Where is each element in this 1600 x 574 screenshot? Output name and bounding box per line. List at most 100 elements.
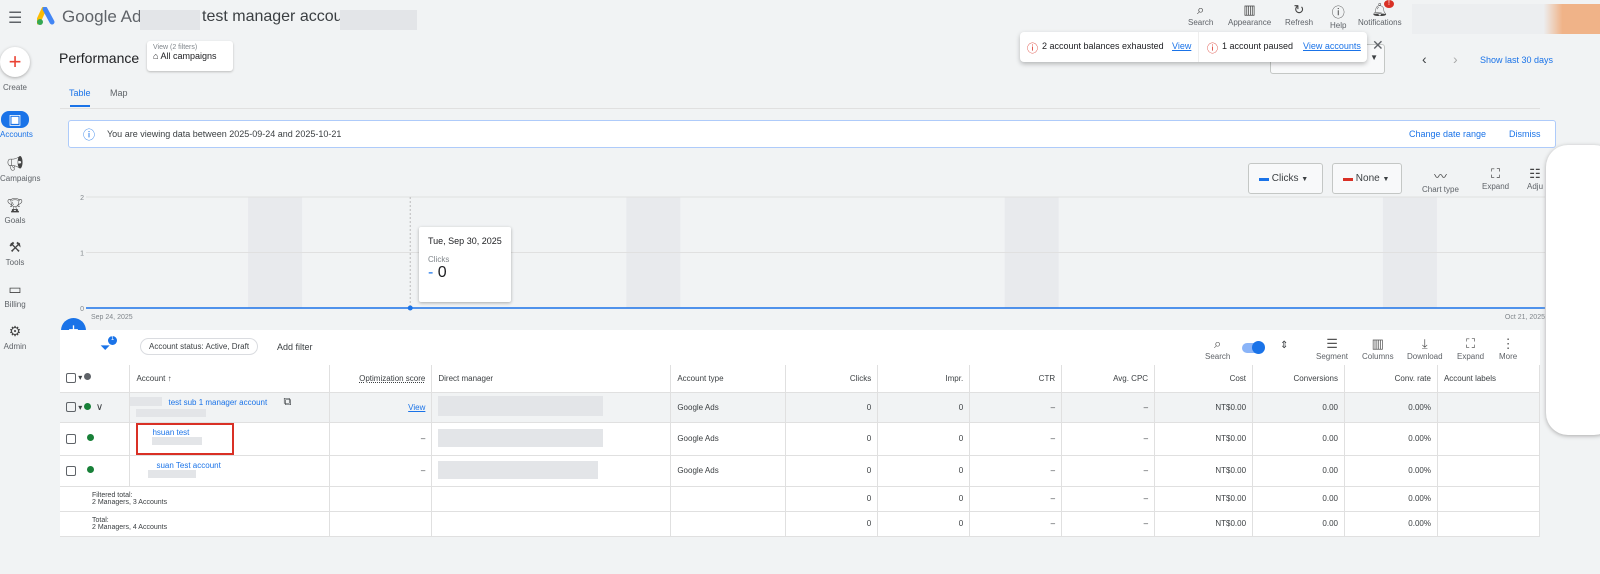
add-filter-button[interactable]: Add filter	[277, 342, 313, 352]
status-enabled-icon	[84, 402, 92, 410]
col-clicks[interactable]: Clicks	[785, 365, 879, 393]
error-icon: ⓘ	[1027, 43, 1038, 55]
col-account[interactable]: Account ↑	[129, 365, 331, 393]
line-chart-icon: 〰	[1433, 169, 1447, 184]
tab-indicator	[70, 105, 90, 107]
filtered-total-row: Filtered total: 2 Managers, 3 Accounts 00…	[60, 486, 1541, 512]
next-period-button[interactable]: ›	[1453, 51, 1458, 67]
top-refresh[interactable]: ↻ Refresh	[1285, 2, 1313, 27]
row-checkbox[interactable]	[66, 402, 76, 413]
account-link[interactable]: hsuan test	[152, 428, 189, 437]
row-checkbox[interactable]	[66, 433, 76, 444]
alerts-popup: ⓘ 2 account balances exhausted View ⓘ 1 …	[1020, 32, 1384, 62]
table-expand-button[interactable]: ⛶ Expand	[1457, 336, 1484, 361]
accounts-icon: ▣	[1, 111, 29, 128]
y-tick-label: 0	[80, 306, 84, 313]
change-date-range-link[interactable]: Change date range	[1409, 129, 1486, 139]
tab-table[interactable]: Table	[69, 88, 91, 98]
toggle-switch[interactable]	[1242, 341, 1265, 354]
alert-balances: 2 account balances exhausted	[1042, 41, 1164, 51]
profile-avatar[interactable]	[1412, 4, 1600, 34]
refresh-icon: ↻	[1293, 2, 1305, 17]
tune-icon: ☷	[1529, 166, 1541, 181]
col-ctr[interactable]: CTR	[969, 365, 1063, 393]
dismiss-link[interactable]: Dismiss	[1509, 129, 1541, 139]
view-selector[interactable]: View (2 filters) ⌂ All campaigns	[147, 41, 233, 71]
notification-badge: !	[1384, 0, 1394, 8]
more-vert-icon: ⋮	[1501, 336, 1515, 351]
info-text: You are viewing data between 2025-09-24 …	[107, 129, 342, 139]
show-last-30-days-link[interactable]: Show last 30 days	[1480, 55, 1553, 65]
status-enabled-icon	[87, 465, 95, 473]
download-button[interactable]: ⤓ Download	[1407, 336, 1443, 361]
chevron-down-icon: ▼	[1370, 53, 1378, 62]
y-tick-label: 1	[80, 251, 84, 258]
appearance-icon: ▥	[1243, 2, 1256, 17]
info-icon: ⓘ	[83, 128, 96, 142]
table-search-button[interactable]: ⌕ Search	[1205, 336, 1230, 361]
account-link[interactable]: test sub 1 manager account	[168, 398, 267, 407]
account-title: test manager account	[202, 8, 356, 25]
error-icon: ⓘ	[1207, 43, 1218, 55]
create-button[interactable]: +	[0, 47, 30, 77]
alert-view-link[interactable]: View	[1172, 41, 1191, 51]
google-ads-logo-icon	[37, 7, 55, 25]
filter-count-badge: 1	[108, 336, 117, 345]
col-avg-cpc[interactable]: Avg. CPC	[1061, 365, 1156, 393]
hierarchy-icon[interactable]: ⧉	[283, 396, 291, 408]
y-tick-label: 2	[80, 195, 84, 202]
info-banner: ⓘ You are viewing data between 2025-09-2…	[68, 120, 1556, 148]
filter-chip[interactable]: Account status: Active, Draft	[140, 338, 259, 355]
home-icon: ⌂	[153, 51, 159, 61]
account-link[interactable]: suan Test account	[156, 461, 220, 470]
product-name: Google Ads	[62, 7, 150, 26]
tab-map[interactable]: Map	[110, 88, 128, 98]
sidebar-item-admin[interactable]: ⚙ Admin	[0, 323, 30, 351]
table-row: ▾ ∨ test sub 1 manager account ⧉ View Go…	[60, 392, 1541, 423]
col-conversions[interactable]: Conversions	[1252, 365, 1345, 393]
expand-icon: ⛶	[1466, 336, 1476, 351]
col-impr[interactable]: Impr.	[877, 365, 971, 393]
status-icon	[84, 373, 92, 381]
col-cost[interactable]: Cost	[1154, 365, 1254, 393]
gear-icon: ⚙	[8, 323, 22, 339]
top-search[interactable]: ⌕ Search	[1188, 2, 1213, 27]
sidebar-item-accounts[interactable]: ▣ Accounts	[0, 111, 33, 139]
download-icon: ⤓	[1421, 336, 1428, 351]
col-opt-score[interactable]: Optimization score	[329, 365, 433, 393]
accounts-table: ▾ Account ↑ Optimization score Direct ma…	[60, 365, 1541, 537]
columns-button[interactable]: ▥ Columns	[1362, 336, 1394, 361]
col-account-type[interactable]: Account type	[670, 365, 787, 393]
sidebar-item-campaigns[interactable]: 📢︎ Campaigns	[0, 155, 40, 183]
highlight-box: hsuan test	[136, 422, 235, 455]
search-icon: ⌕	[1214, 336, 1222, 351]
status-enabled-icon	[87, 433, 95, 441]
x-end-label: Oct 21, 2025	[1505, 314, 1545, 321]
search-icon: ⌕	[1197, 2, 1205, 17]
top-help[interactable]: ⓘ Help	[1330, 2, 1346, 30]
page-title: Performance	[59, 50, 140, 66]
create-label: Create	[2, 83, 27, 92]
more-button[interactable]: ⋮ More	[1499, 336, 1517, 361]
prev-period-button[interactable]: ‹	[1422, 51, 1427, 67]
table-row: hsuan test – Google Ads 0 0– – NT$0.00 0.00 0…	[60, 422, 1541, 456]
opt-score-view-link[interactable]: View	[408, 403, 425, 412]
chart-tooltip: Tue, Sep 30, 2025 Clicks - 0	[419, 227, 511, 302]
menu-icon[interactable]: ☰	[8, 8, 22, 28]
col-account-labels[interactable]: Account labels	[1437, 365, 1541, 393]
segment-button[interactable]: ☰ Segment	[1316, 336, 1348, 361]
close-icon[interactable]: ✕	[1372, 37, 1384, 54]
side-assistant-panel[interactable]	[1546, 145, 1600, 435]
alert-view-accounts-link[interactable]: View accounts	[1303, 41, 1361, 51]
sort-icon[interactable]: ⇕	[1280, 340, 1288, 351]
bell-icon: 🔔︎	[1371, 2, 1389, 17]
top-appearance[interactable]: ▥ Appearance	[1228, 2, 1271, 27]
top-notifications[interactable]: 🔔︎ Notifications	[1358, 2, 1402, 27]
select-all-checkbox[interactable]	[66, 373, 76, 384]
data-point	[407, 305, 413, 311]
columns-icon: ▥	[1371, 336, 1384, 351]
collapse-chevron-icon[interactable]: ∨	[96, 402, 103, 413]
col-conv-rate[interactable]: Conv. rate	[1344, 365, 1438, 393]
row-checkbox[interactable]	[66, 465, 76, 476]
col-direct-manager[interactable]: Direct manager	[431, 365, 672, 393]
